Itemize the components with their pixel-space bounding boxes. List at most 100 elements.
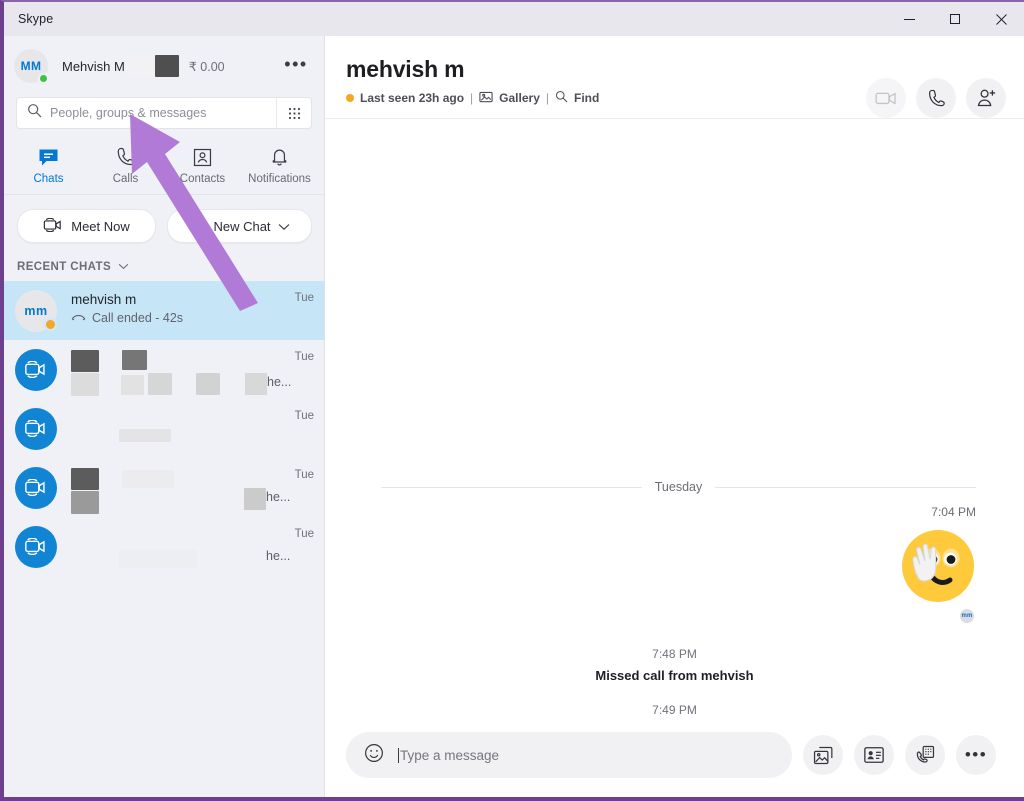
message-composer: ••• xyxy=(325,721,1024,797)
search-icon[interactable] xyxy=(555,90,568,106)
gallery-icon[interactable] xyxy=(479,91,493,106)
smiley-icon[interactable] xyxy=(364,743,384,768)
chat-time: Tue xyxy=(294,410,314,422)
conversation-panel: mehvish m Last seen 23h ago | Gallery | xyxy=(325,36,1024,797)
chat-time: Tue xyxy=(294,469,314,481)
redaction-block xyxy=(148,372,172,395)
dialpad-icon[interactable] xyxy=(276,98,311,128)
message-list: Tuesday 7:04 PM mm 7:48 PM Missed call f… xyxy=(325,119,1024,721)
recent-chats-header[interactable]: RECENT CHATS xyxy=(4,243,324,281)
video-call-icon xyxy=(15,348,57,391)
divider-line xyxy=(381,486,642,488)
new-chat-label: New Chat xyxy=(213,218,271,234)
maximize-button[interactable] xyxy=(932,2,978,36)
find-link[interactable]: Find xyxy=(574,91,599,105)
profile-row[interactable]: MM Mehvish M ₹ 0.00 ••• xyxy=(4,36,324,90)
skype-credit-balance[interactable]: ₹ 0.00 xyxy=(189,59,225,74)
search-box[interactable] xyxy=(17,98,276,128)
tab-chats[interactable]: Chats xyxy=(10,140,87,192)
new-chat-button[interactable]: New Chat xyxy=(167,209,312,243)
chevron-down-icon[interactable] xyxy=(118,261,129,273)
tab-label-notifications: Notifications xyxy=(248,173,311,185)
nav-tabs: Chats Calls Contacts Notifications xyxy=(4,140,324,195)
chevron-down-icon[interactable] xyxy=(278,219,290,234)
skype-window: Skype MM Mehvish M ₹ 0.00 ••• People, gr… xyxy=(0,0,1024,801)
call-ended-icon xyxy=(71,311,86,325)
list-item-content: mehvish m Call ended - 42s xyxy=(71,290,295,332)
redaction-block xyxy=(126,55,155,77)
chat-preview-text: he... xyxy=(267,374,292,389)
tab-label-calls: Calls xyxy=(112,173,139,185)
phone-icon xyxy=(116,146,135,168)
list-item[interactable]: Tue xyxy=(4,399,324,458)
avatar xyxy=(15,525,57,568)
video-call-icon xyxy=(15,466,57,509)
message-timestamp: 7:49 PM xyxy=(652,703,697,717)
status-dot-away-icon xyxy=(346,94,354,102)
meet-now-button[interactable]: Meet Now xyxy=(17,209,156,243)
divider-line xyxy=(715,486,977,488)
avatar xyxy=(15,348,57,391)
message-input-shell[interactable] xyxy=(346,732,792,778)
redaction-block xyxy=(71,467,99,490)
chat-time: Tue xyxy=(294,292,314,304)
tab-contacts[interactable]: Contacts xyxy=(164,140,241,192)
profile-name: Mehvish M xyxy=(62,58,125,74)
video-call-button[interactable] xyxy=(866,78,906,118)
message-timestamp: 7:04 PM xyxy=(931,505,976,519)
minimize-button[interactable] xyxy=(886,2,932,36)
tab-calls[interactable]: Calls xyxy=(87,140,164,192)
tab-notifications[interactable]: Notifications xyxy=(241,140,318,192)
chat-bubble-icon xyxy=(38,146,59,168)
redaction-block xyxy=(245,372,267,395)
gallery-link[interactable]: Gallery xyxy=(499,91,540,105)
tab-label-chats: Chats xyxy=(33,173,64,185)
avatar: mm xyxy=(15,289,57,332)
list-item[interactable]: he... Tue xyxy=(4,340,324,399)
message-input[interactable] xyxy=(398,747,776,763)
add-people-button[interactable] xyxy=(966,78,1006,118)
system-message-call: 7:49 PM Call 42s xyxy=(325,703,1024,721)
conversation-header: mehvish m Last seen 23h ago | Gallery | xyxy=(325,36,1024,119)
day-divider: Tuesday xyxy=(381,480,977,494)
close-button[interactable] xyxy=(978,2,1024,36)
redaction-block xyxy=(119,428,171,442)
waving-emoji-sticker[interactable] xyxy=(900,528,976,604)
profile-more-icon[interactable]: ••• xyxy=(282,50,310,78)
send-image-button[interactable] xyxy=(803,735,843,775)
schedule-call-button[interactable] xyxy=(905,735,945,775)
audio-call-button[interactable] xyxy=(916,78,956,118)
system-message-missed-call: 7:48 PM Missed call from mehvish xyxy=(325,647,1024,683)
avatar xyxy=(15,466,57,509)
avatar xyxy=(15,407,57,450)
chat-time: Tue xyxy=(294,528,314,540)
list-item[interactable]: he... Tue xyxy=(4,458,324,517)
message-outgoing-sticker[interactable]: 7:04 PM mm xyxy=(900,505,976,623)
presence-indicator-away xyxy=(44,317,57,331)
more-options-button[interactable]: ••• xyxy=(956,735,996,775)
search-row xyxy=(16,97,312,129)
list-item-content xyxy=(71,408,295,450)
chat-preview-text: Call ended - 42s xyxy=(92,310,184,325)
new-chat-icon xyxy=(189,217,206,236)
redaction-block xyxy=(71,490,99,514)
list-item-content: he... xyxy=(71,526,295,568)
list-item[interactable]: mm mehvish m Call ended - 42s Tue xyxy=(4,281,324,340)
chat-list: mm mehvish m Call ended - 42s Tue he... … xyxy=(4,281,324,576)
sidebar: MM Mehvish M ₹ 0.00 ••• People, groups &… xyxy=(4,36,325,797)
separator: | xyxy=(470,91,474,105)
system-message-text: Missed call from mehvish xyxy=(595,668,754,683)
redaction-block xyxy=(122,469,174,488)
search-input[interactable] xyxy=(50,106,268,120)
chat-preview-text: he... xyxy=(266,548,291,563)
title-bar: Skype xyxy=(4,2,1024,37)
chat-time: Tue xyxy=(294,351,314,363)
chat-preview: Call ended - 42s xyxy=(71,311,295,325)
list-item-content: he... xyxy=(71,467,295,514)
video-camera-icon xyxy=(43,217,63,235)
send-contact-button[interactable] xyxy=(854,735,894,775)
list-item[interactable]: he... Tue xyxy=(4,517,324,576)
avatar[interactable]: MM xyxy=(14,49,49,84)
list-item-content: he... xyxy=(71,349,295,396)
meet-now-label: Meet Now xyxy=(71,218,130,234)
